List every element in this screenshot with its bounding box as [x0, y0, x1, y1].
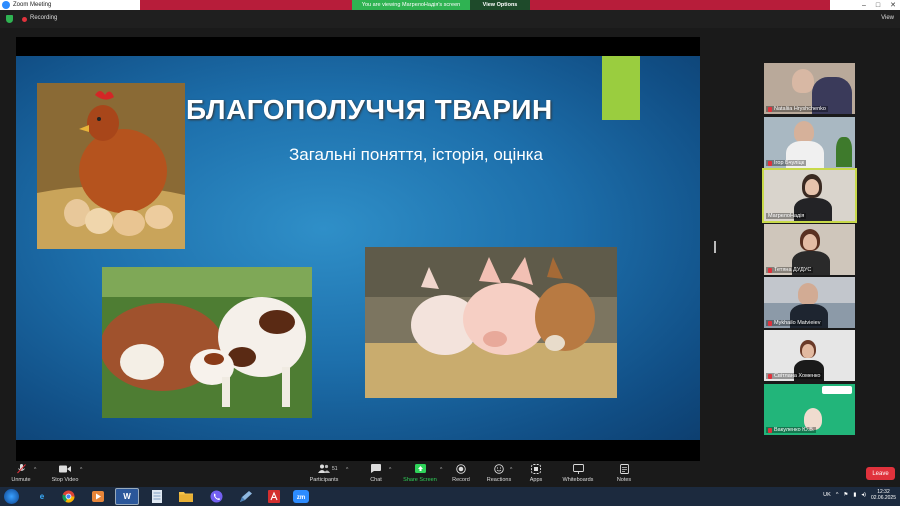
participants-count: 51 [332, 466, 338, 472]
apps-icon [530, 463, 542, 474]
chat-options-caret[interactable]: ^ [389, 467, 391, 473]
notes-icon [618, 463, 630, 474]
participants-button[interactable]: Participants [299, 464, 349, 483]
viber-icon[interactable] [204, 488, 228, 505]
video-tile[interactable]: Світлана Хоменко [764, 330, 855, 381]
mic-off-icon [15, 463, 27, 473]
participant-video [802, 344, 814, 358]
chat-bubble-icon [370, 464, 382, 473]
leave-button[interactable]: Leave [866, 467, 895, 480]
audio-options-caret[interactable]: ^ [34, 467, 36, 473]
security-shield-icon[interactable] [6, 15, 13, 23]
shared-screen: БЛАГОПОЛУЧЧЯ ТВАРИН Загальні поняття, іс… [16, 37, 700, 461]
window-titlebar: Zoom Meeting You are viewing МагрелоНаді… [0, 0, 900, 10]
stop-video-button[interactable]: Stop Video [40, 464, 90, 483]
whiteboards-button[interactable]: Whiteboards [553, 463, 603, 483]
media-player-icon[interactable] [86, 488, 110, 505]
view-options-button[interactable]: View Options [470, 0, 530, 10]
window-controls: – □ ✕ [862, 0, 896, 10]
view-button[interactable]: View [881, 15, 894, 21]
participant-name: Світлана Хоменко [766, 373, 823, 379]
volume-icon[interactable]: ◂) [861, 492, 866, 498]
participant-video [792, 69, 814, 93]
language-indicator[interactable]: UK [823, 492, 831, 498]
video-tile[interactable]: Вакуленко Ю.В. [764, 384, 855, 435]
titlebar-band-right [530, 0, 830, 10]
mic-muted-icon [768, 106, 772, 112]
participant-name: Nataliia Hryshchenko [766, 106, 828, 112]
smiley-icon [493, 463, 505, 474]
maximize-icon[interactable]: □ [876, 2, 880, 9]
background-logo [822, 386, 852, 394]
mic-muted-icon [768, 320, 772, 326]
system-tray: UK ^ ⚑ ▮ ◂) 12:32 02.06.2025 [823, 489, 896, 501]
meeting-controls: Unmute ^ Stop Video ^ Participants 51 ^ … [0, 462, 900, 487]
svg-text:zm: zm [297, 495, 305, 501]
video-tile[interactable]: Nataliia Hryshchenko [764, 63, 855, 114]
video-tile[interactable]: Тетяна ДУДУС [764, 224, 855, 275]
participant-name: Ігор Бчуліцк [766, 160, 807, 166]
flag-icon[interactable]: ⚑ [843, 492, 848, 498]
hen-photo [37, 83, 185, 249]
acrobat-icon[interactable] [262, 488, 286, 505]
pigs-photo [365, 247, 617, 398]
titlebar-band [140, 0, 352, 10]
presentation-slide: БЛАГОПОЛУЧЧЯ ТВАРИН Загальні поняття, іс… [16, 56, 700, 440]
word-icon[interactable]: W [115, 488, 139, 505]
slide-title: БЛАГОПОЛУЧЧЯ ТВАРИН [186, 94, 553, 125]
video-tile[interactable]: Mykhailo Matvieiev [764, 277, 855, 328]
start-icon[interactable] [4, 489, 19, 504]
calves-photo [102, 267, 312, 418]
plant-background [836, 137, 852, 167]
slide-subtitle: Загальні поняття, історія, оцінка [289, 145, 543, 164]
clock[interactable]: 12:32 02.06.2025 [871, 489, 896, 501]
mic-muted-icon [768, 373, 772, 379]
share-screen-icon [414, 464, 426, 473]
participant-video [805, 179, 819, 195]
window-title: Zoom Meeting [13, 2, 52, 8]
participant-name: Тетяна ДУДУС [766, 267, 814, 273]
pen-icon[interactable] [233, 488, 257, 505]
whiteboard-icon [572, 463, 584, 474]
participant-video [798, 283, 818, 305]
recording-bar: Recording View [0, 10, 900, 28]
mic-muted-icon [768, 160, 772, 166]
slide-accent-bar [602, 56, 640, 120]
participant-video [803, 234, 817, 250]
explorer-icon[interactable] [174, 488, 198, 505]
participant-name: Mykhailo Matvieiev [766, 320, 823, 326]
windows-taskbar: e W zm UK ^ ⚑ ▮ ◂) 12:32 02.06.2025 [0, 487, 900, 506]
mic-muted-icon [768, 427, 772, 433]
participant-name: Вакуленко Ю.В. [766, 427, 817, 433]
video-tile-active-speaker[interactable]: МагрелоНадія [762, 168, 857, 223]
share-banner: You are viewing МагрелоНадія's screen [352, 0, 470, 10]
recording-dot-icon [22, 17, 27, 22]
participant-video [794, 121, 814, 143]
record-icon [455, 463, 467, 474]
video-camera-icon [59, 464, 71, 473]
video-options-caret[interactable]: ^ [80, 467, 82, 473]
close-icon[interactable]: ✕ [890, 1, 896, 9]
video-tile[interactable]: Ігор Бчуліцк [764, 117, 855, 168]
panel-resize-handle[interactable] [714, 241, 716, 253]
chrome-icon[interactable] [56, 488, 80, 505]
participants-options-caret[interactable]: ^ [346, 467, 348, 473]
mic-muted-icon [768, 267, 772, 273]
chevron-up-icon[interactable]: ^ [836, 492, 839, 498]
notepad-icon[interactable] [145, 488, 169, 505]
minimize-icon[interactable]: – [862, 2, 866, 9]
recording-label[interactable]: Recording [30, 15, 57, 21]
chat-button[interactable]: Chat [351, 464, 401, 483]
zoom-app-icon [2, 1, 10, 9]
participants-icon [318, 464, 330, 473]
ie-icon[interactable]: e [30, 488, 54, 505]
notes-button[interactable]: Notes [599, 463, 649, 483]
network-icon[interactable]: ▮ [853, 492, 856, 498]
zoom-icon[interactable]: zm [289, 488, 313, 505]
participant-name: МагрелоНадія [766, 213, 807, 219]
